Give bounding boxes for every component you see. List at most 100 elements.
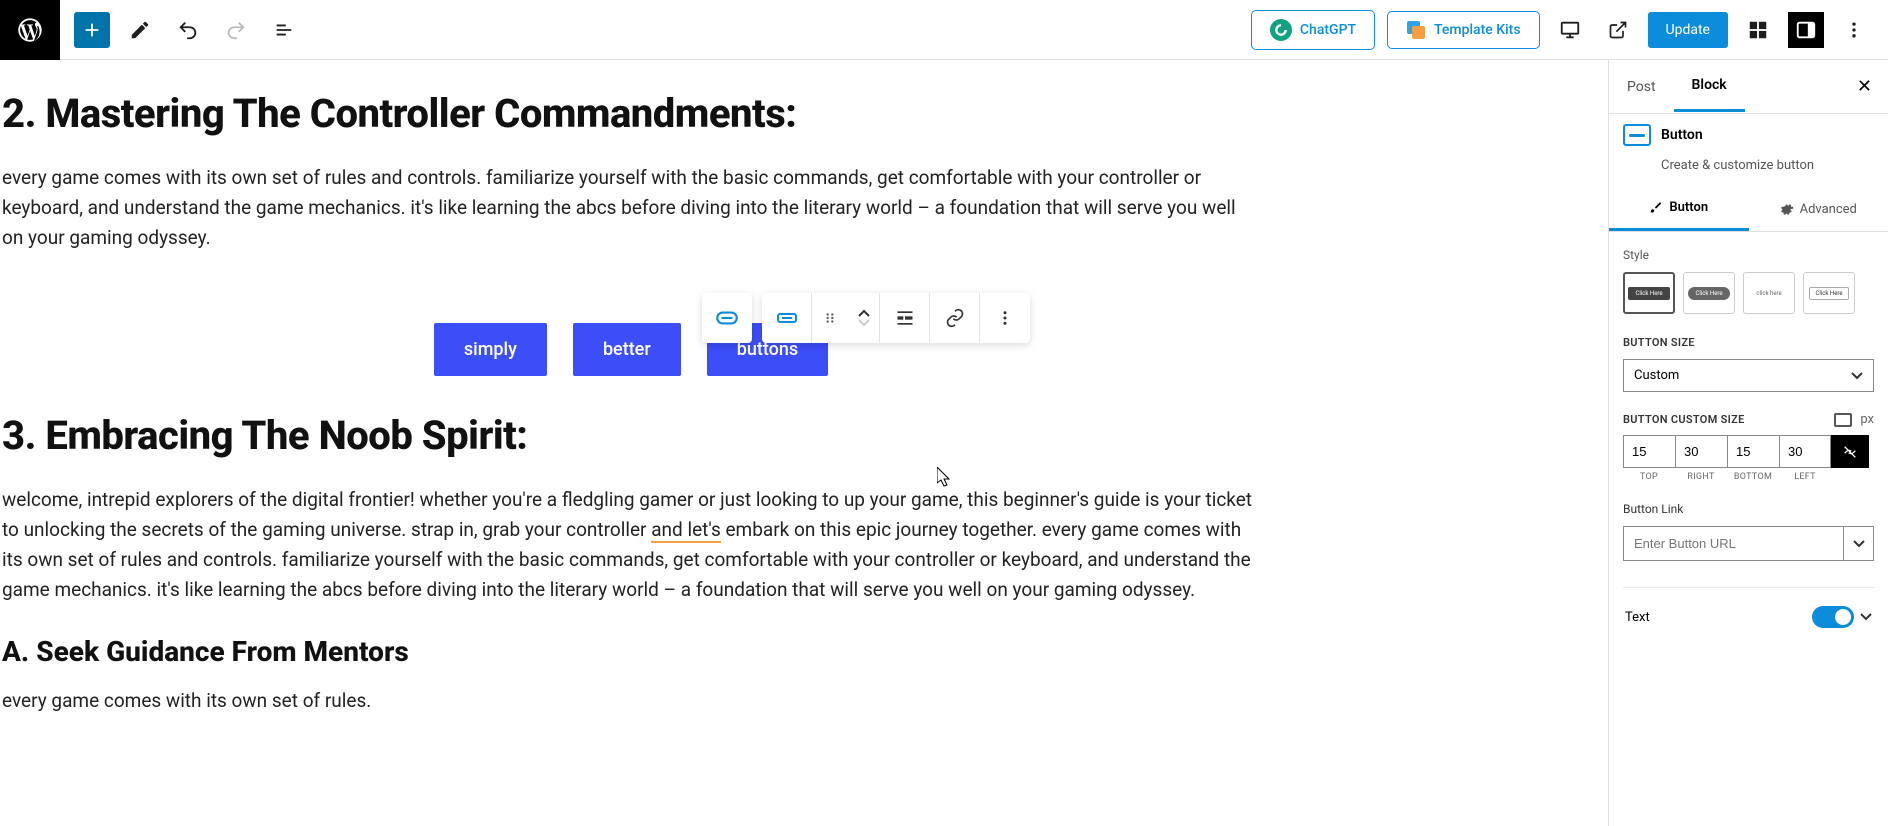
demo-button-simply[interactable]: simply	[434, 323, 547, 376]
buttons-block[interactable]: simply better buttons	[2, 323, 1260, 376]
paragraph-commandments[interactable]: every game comes with its own set of rul…	[2, 163, 1260, 253]
paragraph-noob-spirit[interactable]: welcome, intrepid explorers of the digit…	[2, 485, 1260, 605]
wordpress-icon	[16, 16, 44, 44]
button-block-icon	[1623, 124, 1651, 146]
link-button[interactable]	[930, 293, 980, 343]
toolbar-left-group	[60, 12, 302, 48]
pencil-icon	[129, 19, 151, 41]
document-outline-button[interactable]	[266, 12, 302, 48]
style-opt-fill[interactable]: Click Here	[1623, 272, 1675, 314]
style-opt-outline[interactable]: Click Here	[1803, 272, 1855, 314]
padding-top-input[interactable]	[1623, 435, 1675, 468]
style-opt-plain[interactable]: click here	[1743, 272, 1795, 314]
padding-bottom-input[interactable]	[1727, 435, 1779, 468]
plugin-elements-button[interactable]	[1740, 12, 1776, 48]
drag-handle[interactable]	[812, 293, 848, 343]
template-kits-button[interactable]: Template Kits	[1387, 11, 1539, 49]
link-sides-toggle[interactable]	[1831, 435, 1869, 468]
add-block-button[interactable]	[74, 12, 110, 48]
outline-icon	[273, 19, 295, 41]
chevron-down-icon	[1853, 538, 1865, 550]
padding-left-input[interactable]	[1779, 435, 1831, 468]
unlink-icon	[1842, 444, 1858, 460]
chatgpt-icon	[1270, 19, 1292, 41]
pad-top-label: TOP	[1623, 472, 1675, 482]
sidebar-tabs: Post Block ✕	[1609, 60, 1888, 114]
padding-right-input[interactable]	[1675, 435, 1727, 468]
text-toggle-label: Text	[1625, 610, 1650, 625]
subtab-button-label: Button	[1669, 200, 1708, 215]
redo-button[interactable]	[218, 12, 254, 48]
gear-icon	[1780, 202, 1794, 216]
block-type-switch-button[interactable]	[762, 293, 812, 343]
sidebar-toggle-icon	[1795, 19, 1817, 41]
align-button[interactable]	[880, 293, 930, 343]
paragraph-mentors[interactable]: every game comes with its own set of rul…	[2, 686, 1260, 716]
block-description: Create & customize button	[1609, 156, 1888, 187]
pad-left-label: LEFT	[1779, 472, 1831, 482]
blocks-icon	[1747, 19, 1769, 41]
heading-2-commandments[interactable]: 2. Mastering The Controller Commandments…	[2, 90, 1260, 137]
demo-button-better[interactable]: better	[573, 323, 681, 376]
chevron-down-icon	[1851, 370, 1863, 382]
custom-size-header: BUTTON CUSTOM SIZE px	[1623, 412, 1874, 427]
link-expand-button[interactable]	[1844, 526, 1874, 561]
text-toggle-row: Text	[1623, 587, 1874, 646]
plus-icon	[81, 19, 103, 41]
responsive-icon[interactable]	[1834, 413, 1852, 427]
chatgpt-button[interactable]: ChatGPT	[1251, 10, 1375, 50]
padding-inputs	[1623, 435, 1874, 468]
chevron-up-icon	[858, 309, 870, 317]
heading-3-noob-spirit[interactable]: 3. Embracing The Noob Spirit:	[2, 412, 1260, 459]
subtab-advanced[interactable]: Advanced	[1749, 187, 1888, 231]
text-toggle[interactable]	[1812, 606, 1854, 628]
desktop-icon	[1559, 19, 1581, 41]
block-header: Button	[1609, 114, 1888, 156]
block-more-options[interactable]	[980, 293, 1030, 343]
pad-right-label: RIGHT	[1675, 472, 1727, 482]
block-type-button-active[interactable]	[702, 293, 752, 343]
pad-bottom-label: BOTTOM	[1727, 472, 1779, 482]
padding-labels: TOP RIGHT BOTTOM LEFT	[1623, 472, 1874, 482]
editor-canvas-scroll[interactable]: 2. Mastering The Controller Commandments…	[0, 60, 1608, 826]
block-toolbar-selected	[702, 293, 752, 343]
update-button[interactable]: Update	[1648, 12, 1728, 48]
custom-size-label: BUTTON CUSTOM SIZE	[1623, 413, 1745, 426]
redo-icon	[225, 19, 247, 41]
chatgpt-label: ChatGPT	[1300, 22, 1356, 38]
button-link-row	[1623, 526, 1874, 561]
undo-button[interactable]	[170, 12, 206, 48]
style-opt-pill[interactable]: Click Here	[1683, 272, 1735, 314]
close-sidebar[interactable]: ✕	[1841, 60, 1888, 113]
spellcheck-underline: and let's	[651, 518, 721, 543]
button-outline-icon	[775, 306, 799, 330]
template-kits-icon	[1406, 20, 1426, 40]
size-value: Custom	[1634, 368, 1679, 383]
editor-content: 2. Mastering The Controller Commandments…	[0, 90, 1260, 716]
external-link-icon	[1608, 20, 1628, 40]
preview-external-button[interactable]	[1600, 12, 1636, 48]
template-kits-label: Template Kits	[1434, 22, 1520, 38]
toolbar-right-group: ChatGPT Template Kits Update	[1251, 10, 1888, 50]
settings-panel-toggle[interactable]	[1788, 12, 1824, 48]
edit-tool-button[interactable]	[122, 12, 158, 48]
undo-icon	[177, 19, 199, 41]
tab-block[interactable]: Block	[1674, 61, 1745, 112]
device-preview-button[interactable]	[1552, 12, 1588, 48]
kebab-icon	[996, 309, 1014, 327]
chevron-down-icon[interactable]	[1860, 611, 1872, 623]
block-toolbar	[702, 293, 1030, 343]
link-icon	[945, 308, 965, 328]
block-subtabs: Button Advanced	[1609, 187, 1888, 232]
more-options-button[interactable]	[1836, 12, 1872, 48]
align-icon	[895, 308, 915, 328]
move-arrows[interactable]	[848, 293, 880, 343]
wordpress-logo[interactable]	[0, 0, 60, 60]
top-toolbar: ChatGPT Template Kits Update	[0, 0, 1888, 60]
button-link-input[interactable]	[1623, 526, 1844, 561]
button-size-select[interactable]: Custom	[1623, 359, 1874, 392]
subtab-button[interactable]: Button	[1609, 187, 1749, 231]
tab-post[interactable]: Post	[1609, 63, 1674, 111]
kebab-icon	[1844, 20, 1864, 40]
heading-a-mentors[interactable]: A. Seek Guidance From Mentors	[2, 635, 1260, 668]
